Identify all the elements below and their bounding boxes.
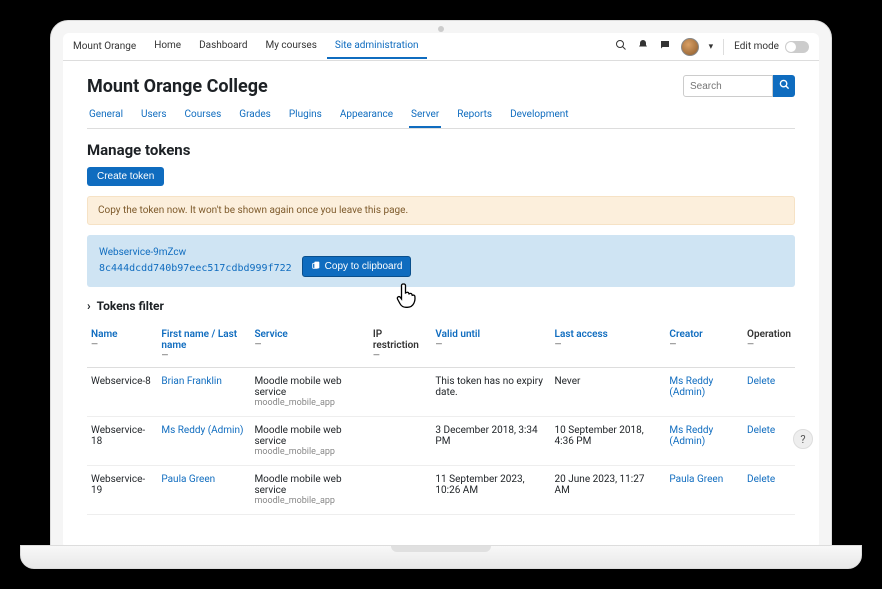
messages-icon[interactable] xyxy=(659,39,671,54)
page-heading: Manage tokens xyxy=(87,141,795,159)
cell-valid: 11 September 2023, 10:26 AM xyxy=(431,466,550,515)
delete-link[interactable]: Delete xyxy=(747,425,775,436)
col-creator[interactable]: Creator— xyxy=(665,323,743,368)
tab-plugins[interactable]: Plugins xyxy=(287,105,324,128)
search-input[interactable] xyxy=(683,75,773,97)
creator-link[interactable]: Paula Green xyxy=(669,474,723,485)
tab-server[interactable]: Server xyxy=(409,105,441,128)
tab-general[interactable]: General xyxy=(87,105,125,128)
cell-last: 20 June 2023, 11:27 AM xyxy=(551,466,666,515)
filter-label: Tokens filter xyxy=(97,299,164,313)
user-link[interactable]: Ms Reddy (Admin) xyxy=(161,425,243,436)
chevron-down-icon[interactable]: ▾ xyxy=(709,42,714,52)
edit-mode-toggle[interactable] xyxy=(785,41,809,53)
col-valid[interactable]: Valid until— xyxy=(431,323,550,368)
help-button[interactable]: ? xyxy=(793,429,813,449)
edit-mode-control: Edit mode xyxy=(734,41,809,53)
delete-link[interactable]: Delete xyxy=(747,376,775,387)
brand-name[interactable]: Mount Orange xyxy=(73,41,136,52)
edit-mode-label: Edit mode xyxy=(734,41,779,52)
token-value: 8c444dcdd740b97eec517cdbd999f722 xyxy=(99,263,292,274)
cell-ip xyxy=(369,466,432,515)
tokens-filter-toggle[interactable]: › Tokens filter xyxy=(87,299,795,313)
cell-ip xyxy=(369,417,432,466)
col-name[interactable]: Name— xyxy=(87,323,157,368)
cell-ip xyxy=(369,368,432,417)
table-row: Webservice-8 Brian Franklin Moodle mobile … xyxy=(87,368,795,417)
nav-home[interactable]: Home xyxy=(146,34,189,59)
new-token-panel: Webservice-9mZcw 8c444dcdd740b97eec517cd… xyxy=(87,235,795,287)
top-nav: Home Dashboard My courses Site administr… xyxy=(146,34,426,59)
col-last[interactable]: Last access— xyxy=(551,323,666,368)
delete-link[interactable]: Delete xyxy=(747,474,775,485)
tab-development[interactable]: Development xyxy=(508,105,571,128)
user-link[interactable]: Paula Green xyxy=(161,474,215,485)
admin-tabs: General Users Courses Grades Plugins App… xyxy=(87,105,795,129)
nav-siteadmin[interactable]: Site administration xyxy=(327,34,427,59)
tab-grades[interactable]: Grades xyxy=(237,105,273,128)
top-nav-bar: Mount Orange Home Dashboard My courses S… xyxy=(63,33,819,61)
create-token-button[interactable]: Create token xyxy=(87,167,164,186)
avatar[interactable] xyxy=(681,38,699,56)
table-row: Webservice-18 Ms Reddy (Admin) Moodle mobi… xyxy=(87,417,795,466)
chevron-right-icon: › xyxy=(87,299,91,313)
col-user[interactable]: First name / Last name— xyxy=(157,323,250,368)
cell-name: Webservice-18 xyxy=(87,417,157,466)
tab-reports[interactable]: Reports xyxy=(455,105,494,128)
cell-valid: 3 December 2018, 3:34 PM xyxy=(431,417,550,466)
site-title: Mount Orange College xyxy=(87,76,268,97)
col-service[interactable]: Service— xyxy=(250,323,368,368)
col-ip[interactable]: IP restriction— xyxy=(369,323,432,368)
tab-appearance[interactable]: Appearance xyxy=(338,105,395,128)
cell-last: 10 September 2018, 4:36 PM xyxy=(551,417,666,466)
tokens-table: Name— First name / Last name— Service— I… xyxy=(87,323,795,515)
search-button[interactable] xyxy=(773,75,795,97)
cell-name: Webservice-8 xyxy=(87,368,157,417)
clipboard-icon xyxy=(311,260,321,273)
creator-link[interactable]: Ms Reddy (Admin) xyxy=(669,425,713,447)
nav-dashboard[interactable]: Dashboard xyxy=(191,34,255,59)
col-op[interactable]: Operation— xyxy=(743,323,795,368)
cell-service: Moodle mobile web servicemoodle_mobile_a… xyxy=(250,368,368,417)
divider xyxy=(723,39,724,55)
table-row: Webservice-19 Paula Green Moodle mobile we… xyxy=(87,466,795,515)
search-icon[interactable] xyxy=(615,39,627,54)
tab-users[interactable]: Users xyxy=(139,105,169,128)
creator-link[interactable]: Ms Reddy (Admin) xyxy=(669,376,713,398)
tab-courses[interactable]: Courses xyxy=(183,105,224,128)
user-link[interactable]: Brian Franklin xyxy=(161,376,222,387)
cell-name: Webservice-19 xyxy=(87,466,157,515)
token-name: Webservice-9mZcw xyxy=(99,245,292,261)
copy-button-label: Copy to clipboard xyxy=(325,261,403,272)
copy-to-clipboard-button[interactable]: Copy to clipboard xyxy=(302,256,412,277)
cell-valid: This token has no expiry date. xyxy=(431,368,550,417)
nav-mycourses[interactable]: My courses xyxy=(257,34,324,59)
cell-last: Never xyxy=(551,368,666,417)
copy-warning: Copy the token now. It won't be shown ag… xyxy=(87,196,795,225)
admin-search xyxy=(683,75,795,97)
cell-service: Moodle mobile web servicemoodle_mobile_a… xyxy=(250,417,368,466)
notifications-icon[interactable] xyxy=(637,39,649,54)
cell-service: Moodle mobile web servicemoodle_mobile_a… xyxy=(250,466,368,515)
